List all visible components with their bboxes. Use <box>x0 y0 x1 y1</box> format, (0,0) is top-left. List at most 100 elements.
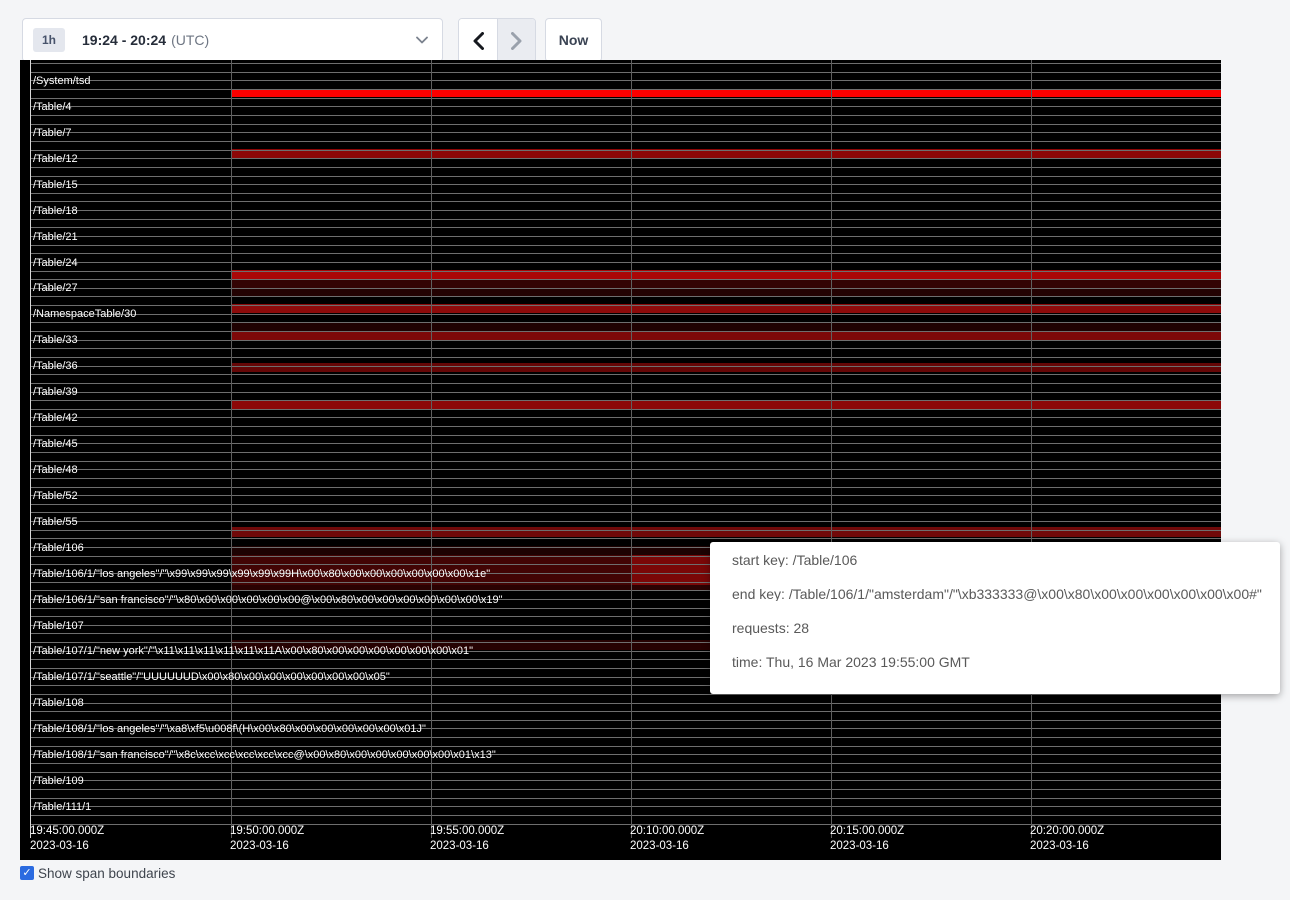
row-label: /Table/52 <box>33 491 78 502</box>
row-label: /System/tsd <box>33 76 90 87</box>
heat-band <box>231 527 1221 537</box>
row-label: /Table/111/1 <box>33 802 91 813</box>
row-label: /Table/42 <box>33 413 78 424</box>
axis-time: 19:55:00.000Z <box>430 824 504 839</box>
grid-row-line <box>30 348 1221 349</box>
grid-row-line <box>30 106 1221 107</box>
row-label: /Table/39 <box>33 387 78 398</box>
grid-row-line <box>30 314 1221 315</box>
grid-row-line <box>30 798 1221 799</box>
grid-row-line <box>30 132 1221 133</box>
grid-row-line <box>30 400 1221 401</box>
grid-row-line <box>30 158 1221 159</box>
grid-row-line <box>30 737 1221 738</box>
grid-row-line <box>30 305 1221 306</box>
grid-row-line <box>30 772 1221 773</box>
grid-row-line <box>30 141 1221 142</box>
grid-col-line <box>1031 60 1032 838</box>
show-span-boundaries-checkbox[interactable]: ✓ <box>20 866 34 880</box>
grid-row-line <box>30 219 1221 220</box>
next-range-button[interactable] <box>497 19 535 63</box>
row-label: /Table/48 <box>33 465 78 476</box>
grid-row-line <box>30 426 1221 427</box>
row-label: /Table/15 <box>33 180 78 191</box>
row-label: /Table/108/1/"san francisco"/"\x8c\xcc\x… <box>33 750 496 761</box>
now-button[interactable]: Now <box>545 18 602 62</box>
axis-date: 2023-03-16 <box>830 839 904 854</box>
axis-date: 2023-03-16 <box>430 839 504 854</box>
grid-row-line <box>30 366 1221 367</box>
row-label: /Table/108/1/"los angeles"/"\xa8\xf5\u00… <box>33 724 426 735</box>
grid-row-line <box>30 469 1221 470</box>
grid-row-line <box>30 435 1221 436</box>
row-label: /Table/45 <box>33 439 78 450</box>
grid-row-line <box>30 417 1221 418</box>
grid-row-line <box>30 521 1221 522</box>
time-range-dropdown[interactable]: 1h 19:24 - 20:24 (UTC) <box>22 18 443 62</box>
grid-col-line <box>431 60 432 838</box>
grid-col-line <box>831 60 832 838</box>
grid-row-line <box>30 711 1221 712</box>
grid-row-line <box>30 288 1221 289</box>
time-range-label: 19:24 - 20:24 <box>82 32 166 48</box>
grid-row-line <box>30 98 1221 99</box>
heat-band <box>231 280 1221 288</box>
grid-row-line <box>30 340 1221 341</box>
timezone-label: (UTC) <box>171 32 209 48</box>
grid-row-line <box>30 331 1221 332</box>
grid-row-line <box>30 210 1221 211</box>
grid-row-line <box>30 245 1221 246</box>
tooltip-line: start key: /Table/106 <box>732 553 1262 567</box>
x-axis-label: 19:45:00.000Z2023-03-16 <box>30 824 104 854</box>
grid-row-line <box>30 443 1221 444</box>
grid-col-line <box>231 60 232 838</box>
grid-row-line <box>30 383 1221 384</box>
key-visualizer-page: 1h 19:24 - 20:24 (UTC) Now /System/tsd/T… <box>0 0 1290 900</box>
grid-row-line <box>30 253 1221 254</box>
row-label: /Table/106/1/"san francisco"/"\x80\x00\x… <box>33 595 503 606</box>
grid-row-line <box>30 176 1221 177</box>
grid-row-line <box>30 72 1221 73</box>
x-axis-label: 20:10:00.000Z2023-03-16 <box>630 824 704 854</box>
row-label: /Table/24 <box>33 258 78 269</box>
axis-time: 19:50:00.000Z <box>230 824 304 839</box>
row-label: /Table/109 <box>33 776 84 787</box>
grid-row-line <box>30 746 1221 747</box>
grid-row-line <box>30 89 1221 90</box>
grid-row-line <box>30 271 1221 272</box>
x-axis-label: 20:20:00.000Z2023-03-16 <box>1030 824 1104 854</box>
grid-row-line <box>30 63 1221 64</box>
grid-row-line <box>30 694 1221 695</box>
axis-date: 2023-03-16 <box>630 839 704 854</box>
grid-row-line <box>30 201 1221 202</box>
axis-date: 2023-03-16 <box>230 839 304 854</box>
grid-row-line <box>30 184 1221 185</box>
x-axis-label: 19:55:00.000Z2023-03-16 <box>430 824 504 854</box>
grid-row-line <box>30 124 1221 125</box>
row-label: /Table/107/1/"new york"/"\x11\x11\x11\x1… <box>33 646 473 657</box>
grid-row-line <box>30 780 1221 781</box>
axis-date: 2023-03-16 <box>30 839 104 854</box>
heat-band <box>231 89 1221 97</box>
row-label: /Table/106/1/"los angeles"/"\x99\x99\x99… <box>33 569 490 580</box>
grid-row-line <box>30 452 1221 453</box>
key-visualizer-canvas[interactable]: /System/tsd/Table/4/Table/7/Table/12/Tab… <box>20 60 1221 860</box>
prev-range-button[interactable] <box>459 19 497 63</box>
row-label: /Table/4 <box>33 102 72 113</box>
grid-row-line <box>30 495 1221 496</box>
axis-time: 19:45:00.000Z <box>30 824 104 839</box>
grid-left-edge-line <box>30 60 31 838</box>
row-label: /Table/108 <box>33 698 84 709</box>
chevron-left-icon <box>473 32 484 50</box>
row-label: /Table/107/1/"seattle"/"UUUUUUD\x00\x80\… <box>33 672 390 683</box>
grid-row-line <box>30 530 1221 531</box>
row-label: /Table/7 <box>33 128 72 139</box>
row-label: /Table/33 <box>33 335 78 346</box>
chevron-down-icon <box>416 36 428 44</box>
grid-row-line <box>30 461 1221 462</box>
axis-time: 20:10:00.000Z <box>630 824 704 839</box>
grid-row-line <box>30 150 1221 151</box>
grid-row-line <box>30 478 1221 479</box>
grid-row-line <box>30 392 1221 393</box>
grid-row-line <box>30 815 1221 816</box>
